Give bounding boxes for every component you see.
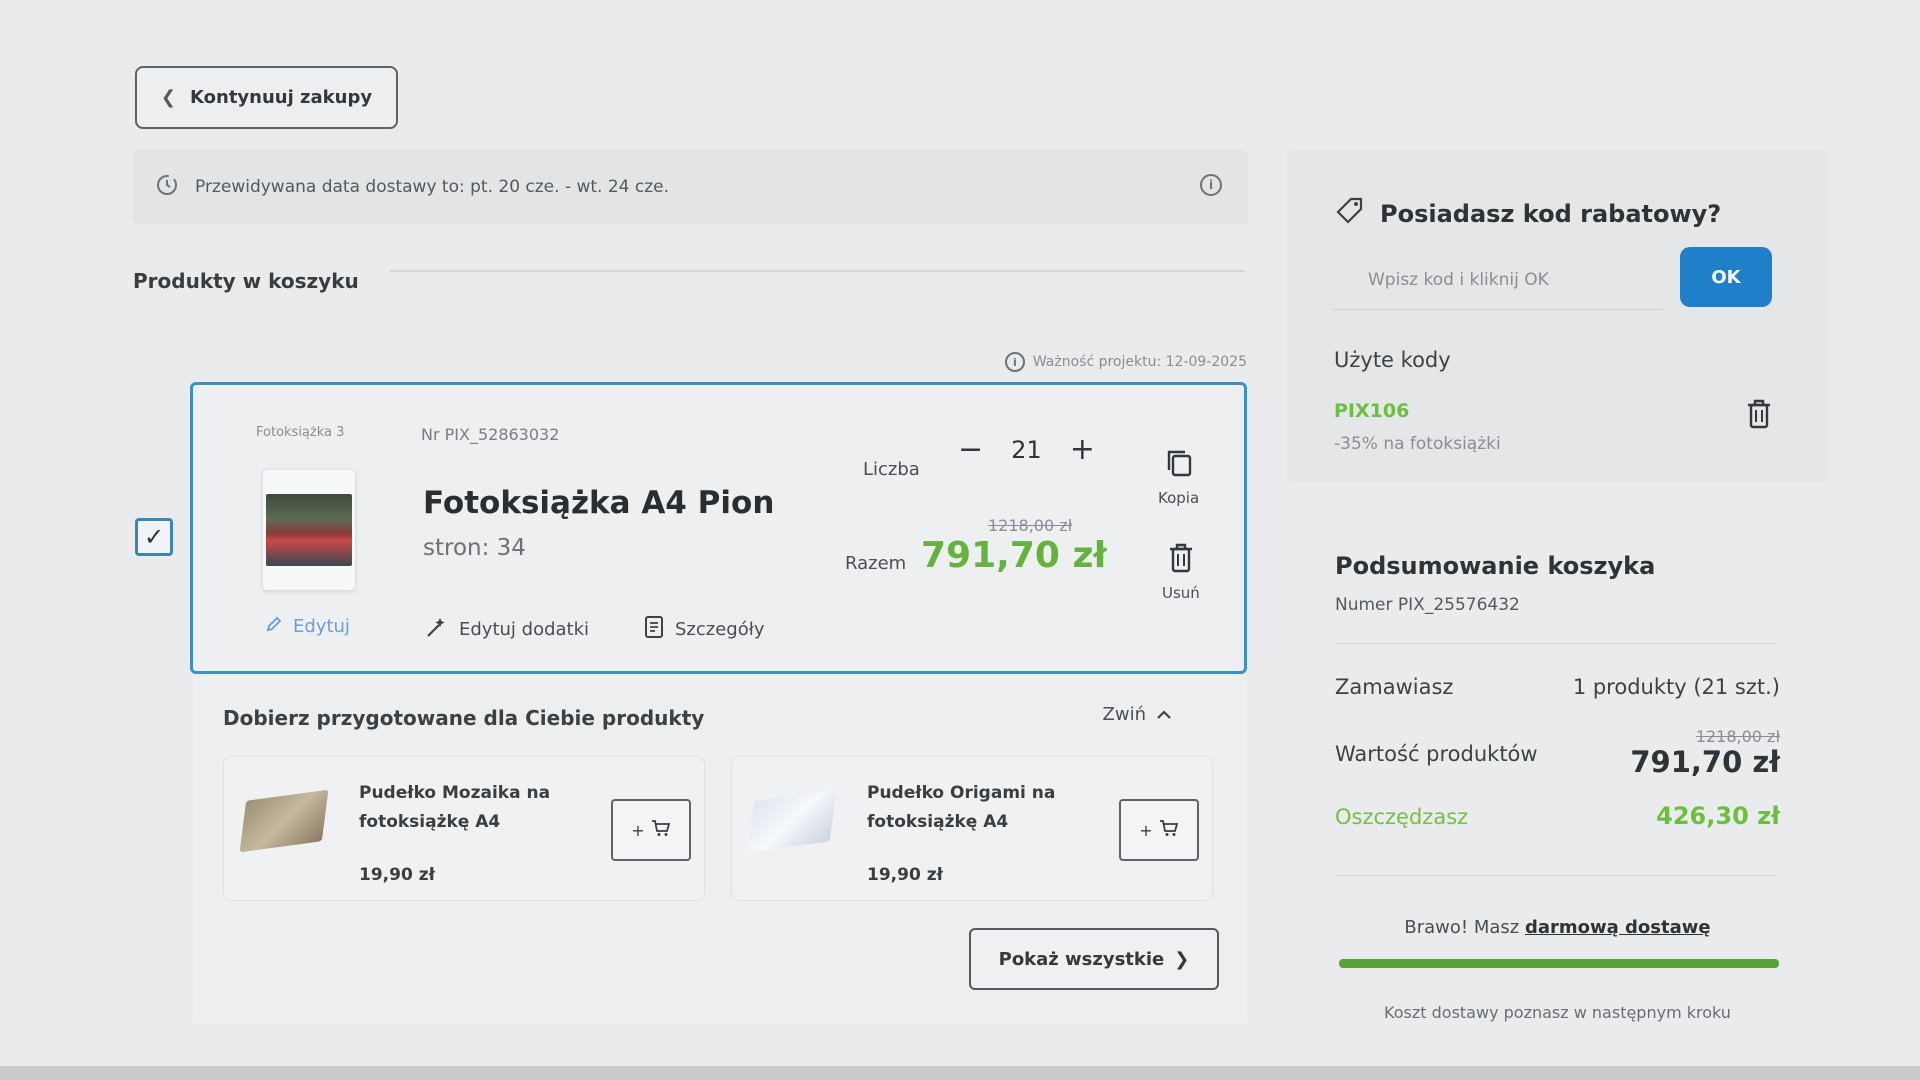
item-category: Fotoksiążka 3	[256, 425, 345, 440]
edit-link[interactable]: Edytuj	[265, 615, 350, 638]
recommended-product-price: 19,90 zł	[359, 865, 435, 885]
copy-button[interactable]: Kopia	[1158, 447, 1199, 507]
divider	[1335, 643, 1775, 644]
trash-icon	[1167, 542, 1195, 578]
cart-item-card: Fotoksiążka 3 Nr PIX_52863032 Fotoksiążk…	[190, 382, 1247, 674]
quantity-label: Liczba	[863, 459, 920, 480]
continue-shopping-label: Kontynuuj zakupy	[190, 87, 373, 108]
document-icon	[643, 615, 665, 644]
details-label: Szczegóły	[675, 619, 765, 640]
add-to-cart-button[interactable]: +	[611, 799, 691, 861]
recommended-product-card[interactable]: Pudełko Mozaika na fotoksiążkę A4 19,90 …	[223, 756, 705, 901]
show-all-button[interactable]: Pokaż wszystkie ❯	[969, 928, 1219, 990]
clock-icon	[155, 173, 179, 202]
chevron-left-icon: ❮	[160, 87, 177, 108]
info-icon: i	[1004, 352, 1025, 372]
edit-addons-label: Edytuj dodatki	[459, 619, 590, 640]
increase-quantity-button[interactable]: +	[1070, 435, 1095, 465]
show-all-label: Pokaż wszystkie	[998, 948, 1165, 970]
delete-label: Usuń	[1162, 584, 1200, 602]
cart-icon	[1159, 819, 1179, 841]
collapse-button[interactable]: Zwiń	[1103, 704, 1172, 725]
used-code: PIX106	[1334, 400, 1410, 422]
collapse-label: Zwiń	[1102, 704, 1146, 725]
products-total: 791,70 zł	[1630, 745, 1780, 779]
magic-wand-icon	[425, 615, 449, 644]
section-title: Produkty w koszyku	[133, 269, 359, 293]
add-to-cart-button[interactable]: +	[1119, 799, 1199, 861]
copy-icon	[1164, 447, 1194, 483]
quantity-value[interactable]: 21	[1011, 436, 1042, 464]
original-price: 1218,00 zł	[988, 516, 1073, 535]
pencil-icon	[265, 615, 283, 638]
quantity-stepper: − 21 +	[958, 435, 1095, 465]
recommended-product-price: 19,90 zł	[867, 865, 943, 885]
progress-fill	[1339, 959, 1779, 968]
used-codes-label: Użyte kody	[1334, 348, 1451, 372]
cart-summary-panel: Podsumowanie koszyka Numer PIX_25576432 …	[1287, 515, 1827, 1035]
order-value: 1 produkty (21 szt.)	[1572, 675, 1780, 699]
product-image	[747, 789, 837, 853]
chevron-right-icon: ❯	[1174, 948, 1190, 970]
edit-addons-link[interactable]: Edytuj dodatki	[425, 615, 589, 644]
savings-value: 426,30 zł	[1656, 802, 1780, 830]
plus-icon: +	[631, 820, 645, 840]
cart-icon	[651, 819, 671, 841]
continue-shopping-button[interactable]: ❮ Kontynuuj zakupy	[135, 66, 398, 129]
savings-label: Oszczędzasz	[1335, 805, 1469, 829]
discount-code-panel: Posiadasz kod rabatowy? OK Użyte kody PI…	[1287, 150, 1827, 482]
free-shipping-prefix: Brawo! Masz	[1404, 917, 1520, 938]
recommended-product-name: Pudełko Mozaika na fotoksiążkę A4	[359, 783, 551, 832]
trash-icon	[1745, 399, 1773, 434]
product-select-checkbox[interactable]: ✓	[135, 518, 173, 556]
order-label: Zamawiasz	[1335, 675, 1454, 699]
item-number: Nr PIX_52863032	[421, 425, 560, 444]
product-thumbnail[interactable]	[263, 470, 355, 590]
edit-label: Edytuj	[293, 616, 350, 637]
chevron-up-icon	[1156, 704, 1172, 725]
discount-title-text: Posiadasz kod rabatowy?	[1380, 200, 1722, 228]
total-label: Razem	[845, 553, 907, 574]
copy-label: Kopia	[1158, 489, 1200, 507]
details-link[interactable]: Szczegóły	[643, 615, 765, 644]
cart-number: Numer PIX_25576432	[1335, 595, 1520, 615]
original-total: 1218,00 zł	[1695, 727, 1780, 746]
product-pages: stron: 34	[423, 535, 526, 561]
divider	[1335, 875, 1775, 876]
recommended-product-card[interactable]: Pudełko Origami na fotoksiążkę A4 19,90 …	[731, 756, 1213, 901]
info-icon[interactable]: i	[1200, 174, 1222, 196]
free-shipping-progress	[1339, 959, 1779, 968]
discounted-price: 791,70 zł	[921, 535, 1107, 576]
recommendations-title: Dobierz przygotowane dla Ciebie produkty	[223, 706, 705, 730]
products-value-label: Wartość produktów	[1335, 742, 1538, 766]
recommendations-panel: Dobierz przygotowane dla Ciebie produkty…	[193, 676, 1247, 1024]
delivery-estimate-bar: Przewidywana data dostawy to: pt. 20 cze…	[133, 150, 1248, 224]
apply-code-button[interactable]: OK	[1680, 247, 1772, 307]
shipping-note: Koszt dostawy poznasz w następnym kroku	[1384, 1003, 1731, 1022]
discount-title: Posiadasz kod rabatowy?	[1334, 195, 1721, 233]
delivery-text: Przewidywana data dostawy to: pt. 20 cze…	[195, 177, 670, 197]
decrease-quantity-button[interactable]: −	[958, 435, 983, 465]
tag-icon	[1334, 195, 1366, 233]
delete-button[interactable]: Usuń	[1162, 542, 1200, 602]
validity-text: Ważność projektu: 12-09-2025	[1032, 354, 1247, 370]
plus-icon: +	[1139, 820, 1153, 840]
os-taskbar	[0, 1066, 1920, 1080]
remove-code-button[interactable]	[1745, 398, 1773, 434]
project-validity: i Ważność projektu: 12-09-2025	[1004, 352, 1247, 372]
summary-title: Podsumowanie koszyka	[1335, 552, 1656, 580]
free-shipping-link[interactable]: darmową dostawę	[1525, 917, 1711, 938]
free-shipping-message: Brawo! Masz darmową dostawę	[1335, 917, 1780, 938]
product-title: Fotoksiążka A4 Pion	[423, 485, 775, 521]
divider	[390, 270, 1245, 272]
recommended-product-name: Pudełko Origami na fotoksiążkę A4	[867, 783, 1056, 832]
checkmark-icon: ✓	[143, 523, 165, 551]
product-image	[239, 789, 329, 853]
used-code-description: -35% na fotoksiążki	[1334, 434, 1501, 454]
discount-code-input[interactable]	[1333, 250, 1663, 310]
product-photo	[266, 494, 352, 566]
